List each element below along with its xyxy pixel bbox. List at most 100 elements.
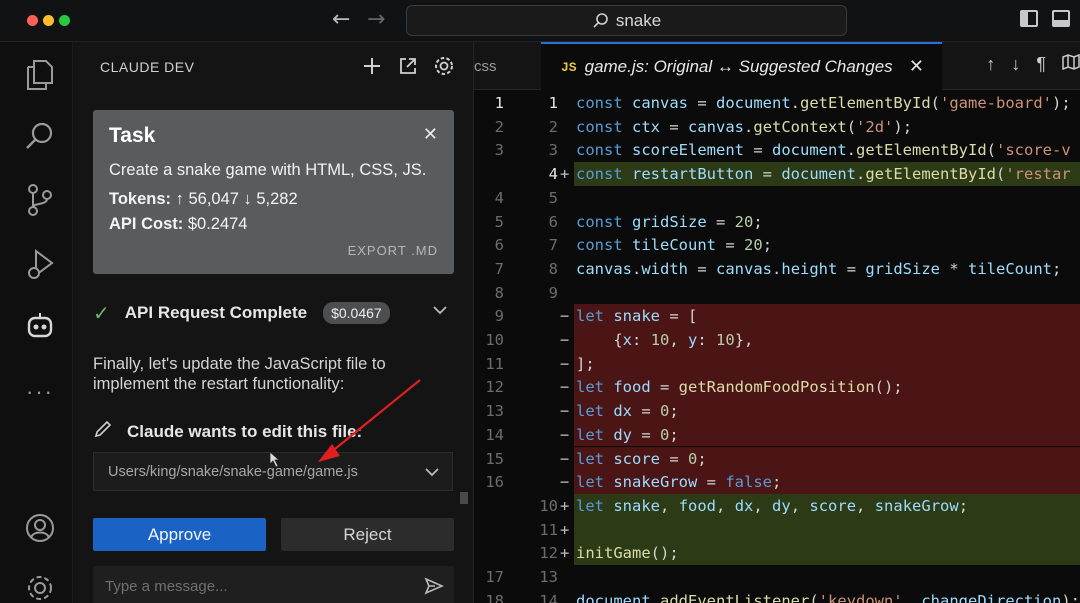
file-path-dropdown[interactable]: Users/king/snake/snake-game/game.js (93, 452, 453, 491)
code-line[interactable]: 12 + initGame(); (474, 541, 1080, 565)
message-input[interactable]: Type a message... (93, 566, 454, 603)
forward-arrow-icon[interactable]: → (367, 7, 385, 32)
reject-button[interactable]: Reject (281, 518, 454, 551)
open-map-icon[interactable] (1062, 53, 1080, 75)
code-text[interactable]: let snakeGrow = false; (576, 473, 781, 491)
original-line-number: 13 (485, 402, 504, 421)
modified-line-number: 13 (539, 568, 558, 586)
next-change-arrow-icon[interactable]: ↓ (1011, 54, 1020, 75)
task-description: Create a snake game with HTML, CSS, JS. (109, 161, 427, 179)
code-line[interactable]: 15 − let score = 0; (474, 446, 1080, 471)
code-line[interactable]: 18 14 document.addEventListener('keydown',… (474, 589, 1080, 603)
code-text[interactable]: document.addEventListener('keydown', cha… (576, 592, 1080, 603)
code-line[interactable]: 1 1 const canvas = document.getElementById… (474, 91, 1080, 115)
previous-change-arrow-icon[interactable]: ↑ (986, 54, 995, 75)
code-line[interactable]: 6 7 const tileCount = 20; (474, 233, 1080, 257)
code-line[interactable]: 2 2 const ctx = canvas.getContext('2d'); (474, 115, 1080, 139)
code-text[interactable]: {x: 10, y: 10}, (576, 331, 753, 349)
send-icon[interactable] (424, 576, 444, 600)
tab-title: game.js: Original ↔ Suggested Changes (584, 57, 893, 76)
minimize-window-button[interactable] (43, 15, 54, 26)
code-line[interactable]: 14 − let dy = 0; (474, 422, 1080, 447)
new-task-plus-icon[interactable] (361, 55, 383, 77)
close-task-icon[interactable]: ✕ (423, 124, 438, 145)
api-request-label: API Request Complete (124, 303, 308, 322)
run-debug-icon[interactable] (22, 246, 58, 282)
account-icon[interactable] (22, 510, 58, 546)
code-line[interactable]: 10 + let snake, food, dx, dy, score, snake… (474, 493, 1080, 518)
pilcrow-whitespace-icon[interactable]: ¶ (1036, 54, 1046, 75)
removed-marker: − (560, 425, 570, 444)
modified-line-number: 8 (548, 259, 558, 278)
command-center-search[interactable]: snake (406, 5, 847, 36)
code-text[interactable]: initGame(); (576, 544, 679, 562)
code-text[interactable]: const canvas = document.getElementById('… (576, 94, 1071, 112)
source-control-icon[interactable] (22, 182, 58, 218)
code-line[interactable]: 89 (474, 281, 1080, 305)
code-line[interactable]: 17 13 (474, 565, 1080, 589)
toggle-panel-icon[interactable] (1052, 10, 1070, 27)
back-arrow-icon[interactable]: ← (332, 7, 350, 32)
code-text[interactable]: let dy = 0; (576, 426, 679, 444)
code-line[interactable]: 11 + (474, 517, 1080, 542)
added-line-highlight (574, 517, 1080, 542)
code-text[interactable]: let snake = [ (576, 307, 697, 325)
modified-line-number: 1 (548, 94, 558, 112)
editor-tab-bar: css JS game.js: Original ↔ Suggested Cha… (474, 42, 1080, 90)
added-marker: + (560, 520, 570, 539)
code-text[interactable]: let snake, food, dx, dy, score, snakeGro… (576, 497, 968, 515)
close-tab-icon[interactable]: ✕ (909, 56, 924, 77)
explorer-icon[interactable] (22, 56, 58, 92)
code-line[interactable]: 3 3 const scoreElement = document.getEleme… (474, 138, 1080, 162)
title-bar: ← → snake (0, 0, 1080, 42)
code-text[interactable]: let food = getRandomFoodPosition(); (576, 378, 903, 396)
toggle-sidebar-icon[interactable] (1020, 10, 1038, 27)
approve-button[interactable]: Approve (93, 518, 266, 551)
api-request-row[interactable]: ✓ API Request Complete $0.0467 (93, 300, 454, 326)
api-cost-label: API Cost: (109, 215, 184, 233)
code-line[interactable]: 9 − let snake = [ (474, 304, 1080, 328)
diff-editor[interactable]: 1 1 const canvas = document.getElementById… (474, 91, 1080, 603)
code-text[interactable]: let score = 0; (576, 450, 707, 468)
chevron-down-icon[interactable] (432, 302, 448, 323)
tab-css-partial[interactable]: css (474, 58, 497, 75)
search-icon[interactable] (22, 118, 58, 154)
code-text[interactable]: canvas.width = canvas.height = gridSize … (576, 260, 1061, 278)
code-line[interactable]: 4 + const restartButton = document.getElem… (474, 162, 1080, 186)
claude-dev-robot-icon[interactable] (22, 308, 58, 344)
api-cost-row: API Cost: $0.2474 (109, 215, 438, 234)
original-line-number: 6 (494, 236, 504, 255)
settings-gear-icon[interactable] (433, 55, 455, 77)
code-text[interactable]: const restartButton = document.getElemen… (576, 165, 1071, 183)
close-window-button[interactable] (27, 15, 38, 26)
manage-gear-icon[interactable] (22, 570, 58, 603)
activity-bar: ··· (0, 42, 73, 603)
pencil-icon (93, 419, 113, 444)
code-text[interactable]: const ctx = canvas.getContext('2d'); (576, 118, 912, 136)
maximize-window-button[interactable] (59, 15, 70, 26)
code-line[interactable]: 10 − {x: 10, y: 10}, (474, 328, 1080, 352)
code-line[interactable]: 45 (474, 186, 1080, 210)
code-text[interactable]: ]; (576, 355, 595, 373)
code-text[interactable]: const tileCount = 20; (576, 236, 772, 254)
code-line[interactable]: 13 − let dx = 0; (474, 399, 1080, 423)
original-line-number: 9 (494, 307, 504, 326)
code-line[interactable]: 7 8 canvas.width = canvas.height = gridSiz… (474, 257, 1080, 281)
tab-game-js-diff[interactable]: JS game.js: Original ↔ Suggested Changes… (541, 42, 942, 90)
code-text[interactable]: const gridSize = 20; (576, 213, 763, 231)
code-text[interactable]: const scoreElement = document.getElement… (576, 141, 1071, 159)
removed-marker: − (560, 402, 570, 421)
code-text[interactable]: let dx = 0; (576, 402, 679, 420)
export-md-button[interactable]: EXPORT .MD (348, 243, 438, 258)
code-line[interactable]: 5 6 const gridSize = 20; (474, 210, 1080, 234)
code-line[interactable]: 12 − let food = getRandomFoodPosition(); (474, 375, 1080, 400)
code-line[interactable]: 16 − let snakeGrow = false; (474, 470, 1080, 494)
task-heading: Task (109, 124, 156, 147)
original-line-number: 2 (494, 117, 504, 136)
request-cost-badge: $0.0467 (323, 302, 390, 324)
open-in-tab-icon[interactable] (397, 55, 419, 77)
assistant-message: Finally, let's update the JavaScript fil… (93, 355, 386, 393)
more-icon[interactable]: ··· (22, 374, 58, 410)
code-line[interactable]: 11 −]; (474, 351, 1080, 376)
sidebar-scrollbar[interactable] (460, 492, 468, 504)
